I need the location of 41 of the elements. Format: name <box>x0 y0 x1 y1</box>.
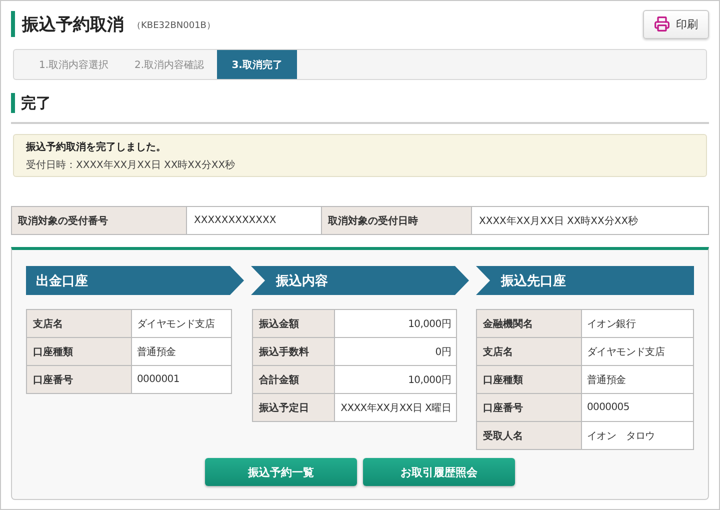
label-cell: 口座種類 <box>27 338 132 366</box>
action-button[interactable]: 振込予約一覧 <box>205 458 357 486</box>
value-cell: 普通預金 <box>582 366 693 394</box>
value-cell: ダイヤモンド支店 <box>132 310 231 338</box>
value-cell: 10,000円 <box>335 366 456 394</box>
value-cell: 普通預金 <box>132 338 231 366</box>
action-button[interactable]: お取引履歴照会 <box>363 458 515 486</box>
value-cell: XXXX年XX月XX日 X曜日 <box>335 394 456 422</box>
step-label: 1.取消内容選択 <box>38 58 110 72</box>
value-cell: 0000001 <box>132 366 231 394</box>
value-cell: 0000005 <box>582 394 693 422</box>
value-cell: ダイヤモンド支店 <box>582 338 693 366</box>
label-cell: 振込予定日 <box>253 394 335 422</box>
value-cell: 10,000円 <box>335 310 456 338</box>
message-headline: 振込予約取消を完了しました。 <box>26 140 167 154</box>
section-header: 振込先口座 <box>476 266 694 295</box>
current-step: 3.取消完了 <box>217 50 298 79</box>
label-cell: 合計金額 <box>253 366 335 394</box>
page-title: 振込予約取消 <box>22 14 124 36</box>
screen-id: （KBE32BN001B） <box>132 20 216 32</box>
label-cell: 金融機関名 <box>477 310 582 338</box>
section-title: 完了 <box>21 94 51 112</box>
label-cell: 受取人名 <box>477 422 582 450</box>
section-header: 出金口座 <box>26 266 244 295</box>
label-cell: 口座種類 <box>477 366 582 394</box>
printer-icon <box>654 16 670 32</box>
label-cell: 支店名 <box>477 338 582 366</box>
label-cell: 取消対象の受付番号 <box>12 207 187 234</box>
section-header: 振込内容 <box>251 266 469 295</box>
label-cell: 口座番号 <box>27 366 132 394</box>
label-cell: 振込金額 <box>253 310 335 338</box>
print-button[interactable]: 印刷 <box>643 10 709 38</box>
value-cell: イオン タロウ <box>582 422 693 450</box>
value-cell: 0円 <box>335 338 456 366</box>
message-detail: 受付日時：XXXX年XX月XX日 XX時XX分XX秒 <box>26 158 236 172</box>
label-cell: 口座番号 <box>477 394 582 422</box>
label-cell: 振込手数料 <box>253 338 335 366</box>
label-cell: 取消対象の受付日時 <box>322 207 472 234</box>
label-cell: 支店名 <box>27 310 132 338</box>
step-label: 2.取消内容確認 <box>134 58 206 72</box>
value-cell: イオン銀行 <box>582 310 693 338</box>
